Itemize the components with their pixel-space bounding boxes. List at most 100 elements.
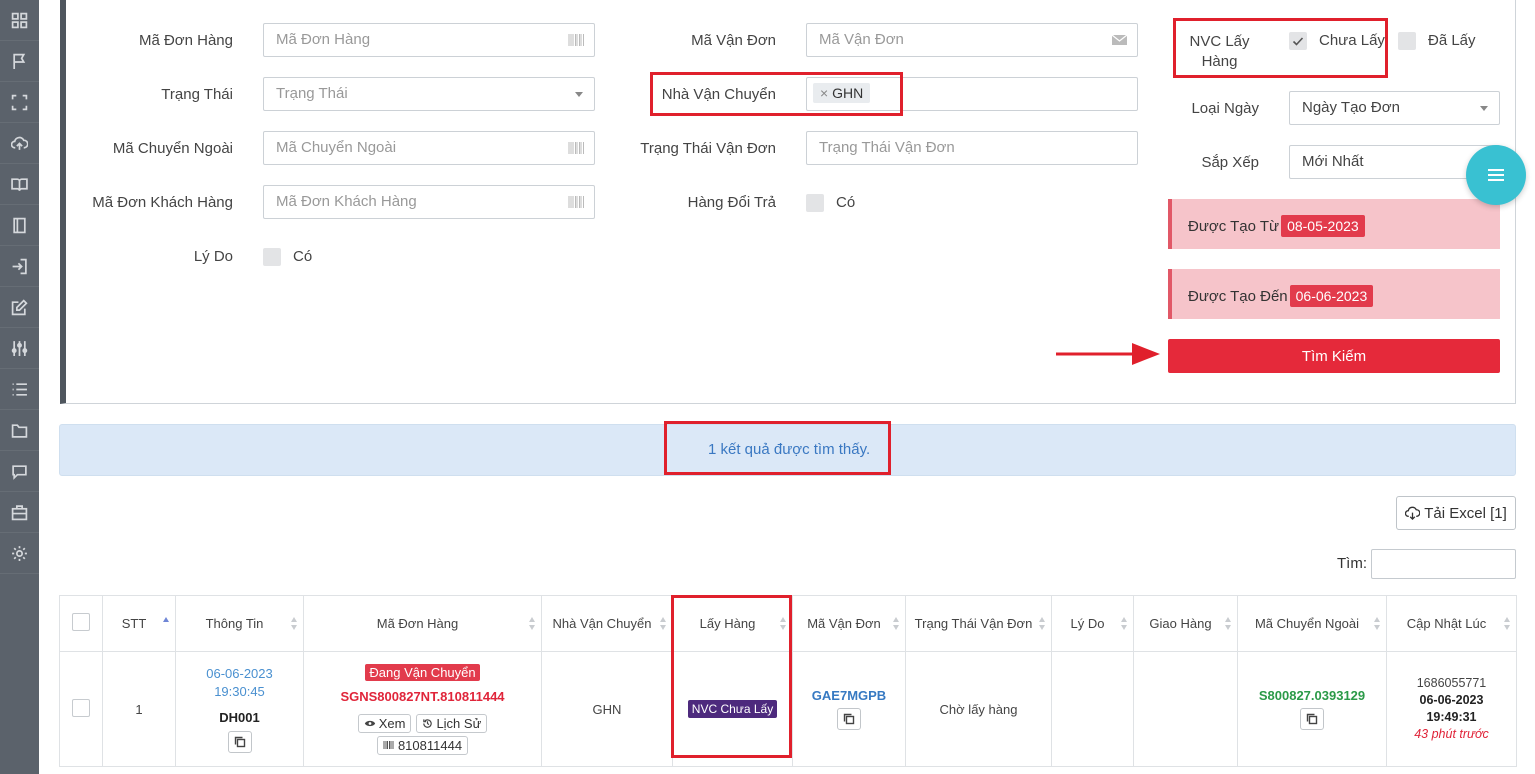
excel-download-button[interactable]: Tải Excel [1]: [1396, 496, 1516, 530]
flag-icon[interactable]: [0, 41, 39, 82]
info-time[interactable]: 19:30:45: [176, 683, 303, 701]
edit-icon[interactable]: [0, 287, 39, 328]
chat-icon[interactable]: [0, 451, 39, 492]
search-button[interactable]: Tìm Kiếm: [1168, 339, 1500, 373]
created-from-row[interactable]: Được Tạo Từ 08-05-2023: [1168, 199, 1500, 249]
briefcase-icon[interactable]: [0, 492, 39, 533]
reason-cell: [1051, 651, 1134, 767]
date-type-select[interactable]: Ngày Tạo Đơn: [1289, 91, 1500, 125]
waybill-link[interactable]: GAE7MGPB: [793, 688, 905, 703]
status-select[interactable]: Trạng Thái: [263, 77, 595, 111]
created-from-date: 08-05-2023: [1281, 215, 1365, 237]
history-button[interactable]: Lịch Sử: [416, 713, 488, 733]
floating-menu-button[interactable]: [1466, 145, 1526, 205]
waybill-status-label: Trạng Thái Vận Đơn: [640, 140, 776, 157]
reason-checkbox[interactable]: [263, 248, 281, 266]
waybill-input[interactable]: Mã Vận Đơn: [806, 23, 1138, 57]
ext-code-cell: S800827.0393129: [1237, 651, 1387, 767]
folder-icon[interactable]: [0, 410, 39, 451]
copy-icon: [234, 736, 245, 748]
date-type-label: Loại Ngày: [1191, 100, 1259, 117]
sign-in-icon[interactable]: [0, 246, 39, 287]
cloud-download-icon: [1405, 506, 1421, 520]
view-button[interactable]: Xem: [357, 713, 412, 733]
sort-icon: [1374, 617, 1381, 631]
select-all-checkbox[interactable]: [72, 612, 90, 631]
info-code: DH001: [219, 710, 260, 725]
picked-label: Đã Lấy: [1428, 32, 1476, 49]
envelope-icon: [1111, 34, 1128, 45]
sort-icon: [529, 617, 536, 631]
barcode-icon: [568, 196, 584, 208]
row-select-cell: [59, 651, 103, 767]
waybill-cell: GAE7MGPB: [792, 651, 906, 767]
col-stt[interactable]: STT: [102, 595, 176, 652]
sort-label: Sắp Xếp: [1201, 154, 1259, 171]
delivery-cell: [1133, 651, 1238, 767]
updated-timestamp: 1686055771: [1416, 676, 1487, 690]
select-all-header[interactable]: [59, 595, 103, 652]
created-to-date: 06-06-2023: [1289, 285, 1374, 307]
waybill-status-cell: Chờ lấy hàng: [905, 651, 1052, 767]
return-checkbox[interactable]: [806, 194, 824, 212]
reason-label: Lý Do: [193, 248, 233, 265]
updated-time: 19:49:31: [1426, 710, 1477, 724]
barcode-icon: [383, 741, 394, 749]
history-icon: [423, 718, 433, 728]
sort-icon: [1039, 617, 1046, 631]
highlight-pickup-filter: [1173, 18, 1388, 78]
order-code-link[interactable]: SGNS800827NT.810811444: [304, 689, 541, 704]
col-waybill[interactable]: Mã Vận Đơn: [792, 595, 906, 652]
info-cell: 06-06-2023 19:30:45 DH001: [175, 651, 304, 767]
col-waybill-status[interactable]: Trạng Thái Vận Đơn: [905, 595, 1052, 652]
copy-button[interactable]: [837, 708, 861, 730]
created-to-row[interactable]: Được Tạo Đến 06-06-2023: [1168, 269, 1500, 319]
col-updated[interactable]: Cập Nhật Lúc: [1386, 595, 1517, 652]
copy-button[interactable]: [1300, 708, 1324, 730]
stt-cell: 1: [102, 651, 176, 767]
barcode-icon: [568, 34, 584, 46]
notebook-icon[interactable]: [0, 205, 39, 246]
expand-icon[interactable]: [0, 82, 39, 123]
copy-icon: [1306, 713, 1318, 725]
table-search-label: Tìm:: [1337, 555, 1367, 572]
reason-option-label: Có: [293, 248, 313, 265]
info-date[interactable]: 06-06-2023: [176, 665, 303, 683]
highlight-carrier-filter: [650, 72, 903, 116]
col-info[interactable]: Thông Tin: [175, 595, 304, 652]
col-carrier[interactable]: Nhà Vận Chuyển: [541, 595, 673, 652]
waybill-label: Mã Vận Đơn: [691, 32, 776, 49]
settings-icon[interactable]: [0, 533, 39, 574]
red-arrow-annotation: [1056, 343, 1160, 365]
sliders-icon[interactable]: [0, 328, 39, 369]
ext-code-link[interactable]: S800827.0393129: [1238, 688, 1386, 703]
col-delivery[interactable]: Giao Hàng: [1133, 595, 1238, 652]
customer-code-input[interactable]: Mã Đơn Khách Hàng: [263, 185, 595, 219]
sort-icon: [1504, 617, 1511, 631]
sort-icon: [1121, 617, 1128, 631]
cloud-upload-icon[interactable]: [0, 123, 39, 164]
grid-icon[interactable]: [0, 0, 39, 41]
barcode-button[interactable]: 810811444: [376, 735, 469, 755]
row-checkbox[interactable]: [72, 698, 90, 717]
return-option-label: Có: [836, 194, 856, 211]
picked-checkbox[interactable]: [1398, 32, 1416, 50]
col-ext-code[interactable]: Mã Chuyển Ngoài: [1237, 595, 1387, 652]
ext-code-input[interactable]: Mã Chuyển Ngoài: [263, 131, 595, 165]
book-icon[interactable]: [0, 164, 39, 205]
carrier-cell: GHN: [541, 651, 673, 767]
list-icon[interactable]: [0, 369, 39, 410]
highlight-result: [664, 421, 891, 475]
highlight-pickup-column: [671, 595, 792, 758]
waybill-status-input[interactable]: Trạng Thái Vận Đơn: [806, 131, 1138, 165]
col-reason[interactable]: Lý Do: [1051, 595, 1134, 652]
updated-cell: 1686055771 06-06-2023 19:49:31 43 phút t…: [1386, 651, 1517, 767]
sort-asc-icon: [163, 617, 170, 631]
sort-icon: [893, 617, 900, 631]
col-order-code[interactable]: Mã Đơn Hàng: [303, 595, 542, 652]
eye-icon: [364, 720, 375, 726]
copy-button[interactable]: [227, 731, 252, 753]
table-search-input[interactable]: [1371, 549, 1516, 579]
sidebar: [0, 0, 39, 774]
order-code-input[interactable]: Mã Đơn Hàng: [263, 23, 595, 57]
